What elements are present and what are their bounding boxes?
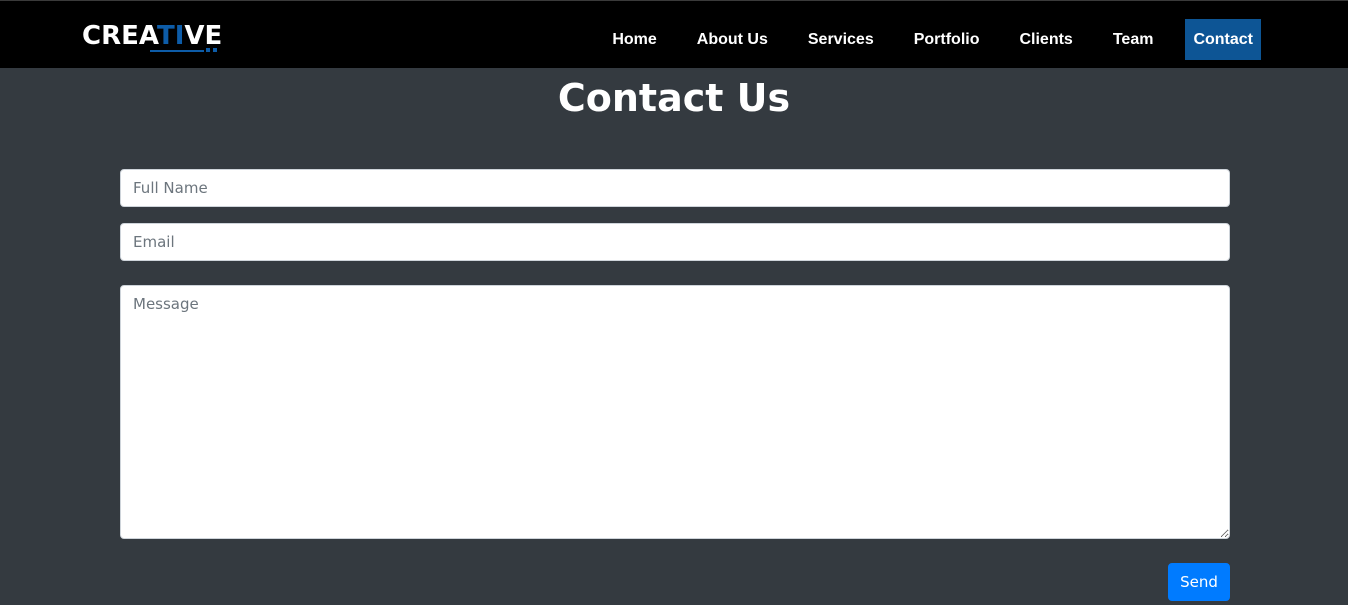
brand-logo[interactable]: CREATIVE: [82, 19, 222, 55]
nav-item-home[interactable]: Home: [592, 19, 676, 60]
email-input[interactable]: [120, 223, 1230, 261]
message-textarea[interactable]: [120, 285, 1230, 539]
page-title: Contact Us: [557, 76, 791, 120]
full-name-input[interactable]: [120, 169, 1230, 207]
logo-underline: [150, 50, 204, 52]
logo-dot: [213, 48, 217, 52]
nav-item-team[interactable]: Team: [1093, 19, 1174, 60]
logo-text-end: VE: [184, 21, 223, 51]
navbar: CREATIVE Home About Us Services Portfoli…: [0, 0, 1348, 68]
logo-dot: [206, 48, 210, 52]
nav-item-about-us[interactable]: About Us: [677, 19, 788, 60]
logo-text-accent: TI: [156, 21, 185, 51]
send-button[interactable]: Send: [1168, 563, 1230, 601]
nav-item-portfolio[interactable]: Portfolio: [894, 19, 1000, 60]
main-nav: Home About Us Services Portfolio Clients…: [592, 19, 1261, 60]
nav-item-contact[interactable]: Contact: [1185, 19, 1261, 60]
logo-text-start: CREA: [82, 21, 157, 51]
nav-item-services[interactable]: Services: [788, 19, 894, 60]
nav-item-clients[interactable]: Clients: [999, 19, 1092, 60]
